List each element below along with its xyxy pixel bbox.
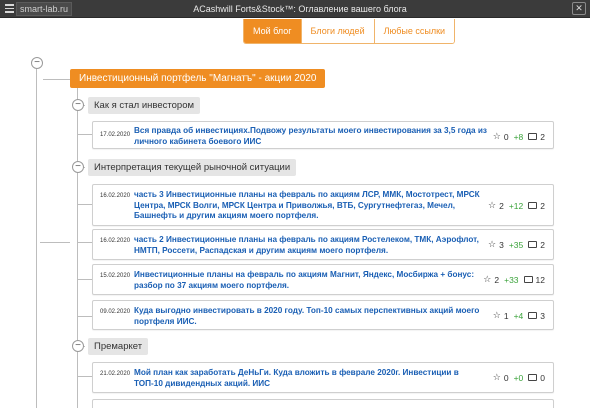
- favorites-count: 2: [494, 274, 500, 285]
- favorites-count: 3: [499, 239, 504, 250]
- post-title-link[interactable]: часть 2 Инвестиционные планы на февраль …: [134, 235, 489, 256]
- tree-line: [36, 68, 37, 408]
- star-icon[interactable]: ☆: [483, 274, 491, 285]
- post-title-link[interactable]: Куда выгодно инвестировать в 2020 году. …: [134, 306, 489, 327]
- star-icon[interactable]: ☆: [488, 200, 496, 211]
- window-titlebar: smart-lab.ru АCashwill Forts&Stock™: Огл…: [0, 0, 590, 18]
- comment-icon[interactable]: [528, 374, 538, 381]
- rating-value: +33: [504, 274, 519, 285]
- post-card-partial: [92, 399, 554, 408]
- section-header[interactable]: Премаркет: [88, 338, 149, 355]
- menu-icon[interactable]: [3, 2, 15, 15]
- post-title-link[interactable]: Вся правда об инвестициях.Подвожу резуль…: [134, 126, 489, 147]
- window-title: АCashwill Forts&Stock™: Оглавление вашег…: [193, 4, 407, 14]
- blog-tabs: Мой блог Блоги людей Любые ссылки: [243, 19, 456, 44]
- portfolio-header[interactable]: Инвестиционный портфель "Магнатъ" - акци…: [70, 69, 326, 88]
- comments-count[interactable]: 2: [540, 201, 545, 211]
- comments-count[interactable]: 3: [540, 311, 545, 321]
- tree-line: [77, 134, 92, 135]
- comment-icon[interactable]: [528, 202, 538, 209]
- tree-line: [77, 279, 92, 280]
- post-stats: ☆ 1 +4 3: [493, 310, 545, 321]
- comments-count[interactable]: 12: [536, 275, 545, 285]
- star-icon[interactable]: ☆: [493, 372, 501, 383]
- comment-icon[interactable]: [528, 241, 538, 248]
- tree-line: [77, 242, 92, 243]
- comment-icon[interactable]: [528, 133, 538, 140]
- comments-count[interactable]: 2: [540, 132, 545, 142]
- tab-any-links[interactable]: Любые ссылки: [373, 19, 455, 43]
- favorites-count: 2: [499, 200, 504, 211]
- tree-line: [77, 316, 92, 317]
- star-icon[interactable]: ☆: [493, 310, 501, 321]
- section-header[interactable]: Как я стал инвестором: [88, 97, 201, 114]
- post-date: 16.02.2020: [100, 238, 131, 244]
- post-date: 09.02.2020: [100, 309, 131, 315]
- post-card: 09.02.2020 Куда выгодно инвестировать в …: [92, 300, 554, 330]
- rating-value: +4: [513, 310, 524, 321]
- tab-my-blog[interactable]: Мой блог: [244, 19, 301, 43]
- collapse-toggle-icon[interactable]: −: [31, 57, 43, 69]
- post-stats: ☆ 3 +35 2: [488, 239, 545, 250]
- post-card: 15.02.2020 Инвестиционные планы на февра…: [92, 264, 554, 295]
- post-card: 17.02.2020 Вся правда об инвестициях.Под…: [92, 121, 554, 149]
- post-date: 15.02.2020: [100, 273, 131, 279]
- post-card: 16.02.2020 часть 3 Инвестиционные планы …: [92, 184, 554, 226]
- post-date: 21.02.2020: [100, 371, 131, 377]
- post-card: 16.02.2020 часть 2 Инвестиционные планы …: [92, 229, 554, 260]
- collapse-toggle-icon[interactable]: −: [72, 161, 84, 173]
- star-icon[interactable]: ☆: [488, 239, 496, 250]
- star-icon[interactable]: ☆: [493, 131, 501, 142]
- rating-value: +12: [508, 200, 524, 211]
- favorites-count: 0: [503, 131, 509, 142]
- section-header[interactable]: Интерпретация текущей рыночной ситуации: [88, 159, 297, 176]
- comment-icon[interactable]: [528, 312, 538, 319]
- rating-value: +35: [508, 239, 524, 250]
- post-date: 17.02.2020: [100, 132, 131, 138]
- collapse-toggle-icon[interactable]: −: [72, 340, 84, 352]
- favorites-count: 0: [503, 372, 509, 383]
- rating-value: +0: [513, 372, 524, 383]
- tree-line: [77, 204, 92, 205]
- post-title-link[interactable]: часть 3 Инвестиционные планы на февраль …: [134, 190, 489, 222]
- post-date: 16.02.2020: [100, 193, 131, 199]
- tree-line: [77, 376, 92, 377]
- close-icon[interactable]: ✕: [572, 2, 586, 15]
- rating-value: +8: [513, 131, 524, 142]
- post-stats: ☆ 2 +12 2: [488, 200, 545, 211]
- comments-count[interactable]: 2: [540, 240, 545, 250]
- post-stats: ☆ 0 +8 2: [493, 131, 545, 142]
- favorites-count: 1: [503, 310, 509, 321]
- comments-count[interactable]: 0: [540, 373, 545, 383]
- post-card: 21.02.2020 Мой план как заработать ДеНьГ…: [92, 362, 554, 393]
- site-address[interactable]: smart-lab.ru: [16, 2, 72, 16]
- post-title-link[interactable]: Инвестиционные планы на февраль по акция…: [134, 270, 489, 291]
- tree-line: [40, 242, 70, 243]
- comment-icon[interactable]: [523, 276, 533, 283]
- collapse-toggle-icon[interactable]: −: [72, 99, 84, 111]
- tree-line: [77, 88, 78, 408]
- tree-line: [43, 79, 70, 80]
- post-stats: ☆ 2 +33 12: [483, 274, 545, 285]
- post-title-link[interactable]: Мой план как заработать ДеНьГи. Куда вло…: [134, 368, 489, 389]
- post-stats: ☆ 0 +0 0: [493, 372, 545, 383]
- tab-people-blogs[interactable]: Блоги людей: [300, 19, 374, 43]
